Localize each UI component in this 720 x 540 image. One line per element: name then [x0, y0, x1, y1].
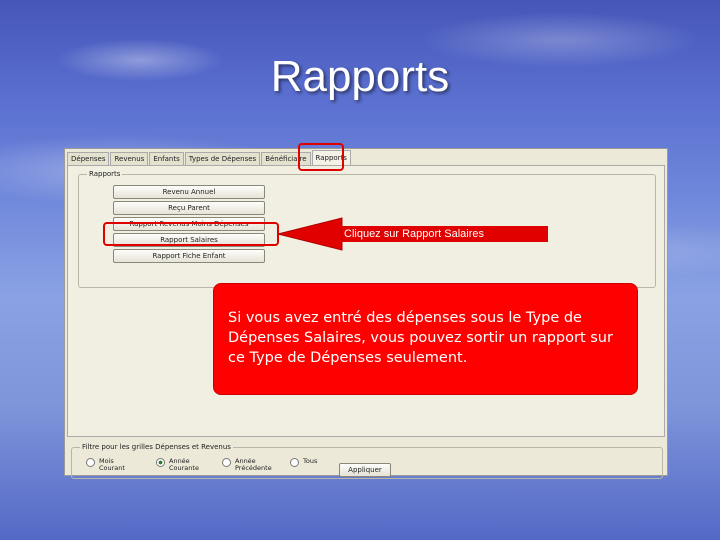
arrow-graphic [277, 217, 343, 251]
info-box: Si vous avez entré des dépenses sous le … [213, 283, 638, 395]
pointer-arrow [277, 217, 343, 251]
info-text: Si vous avez entré des dépenses sous le … [228, 310, 613, 366]
callout-label: Cliquez sur Rapport Salaires [342, 226, 548, 242]
